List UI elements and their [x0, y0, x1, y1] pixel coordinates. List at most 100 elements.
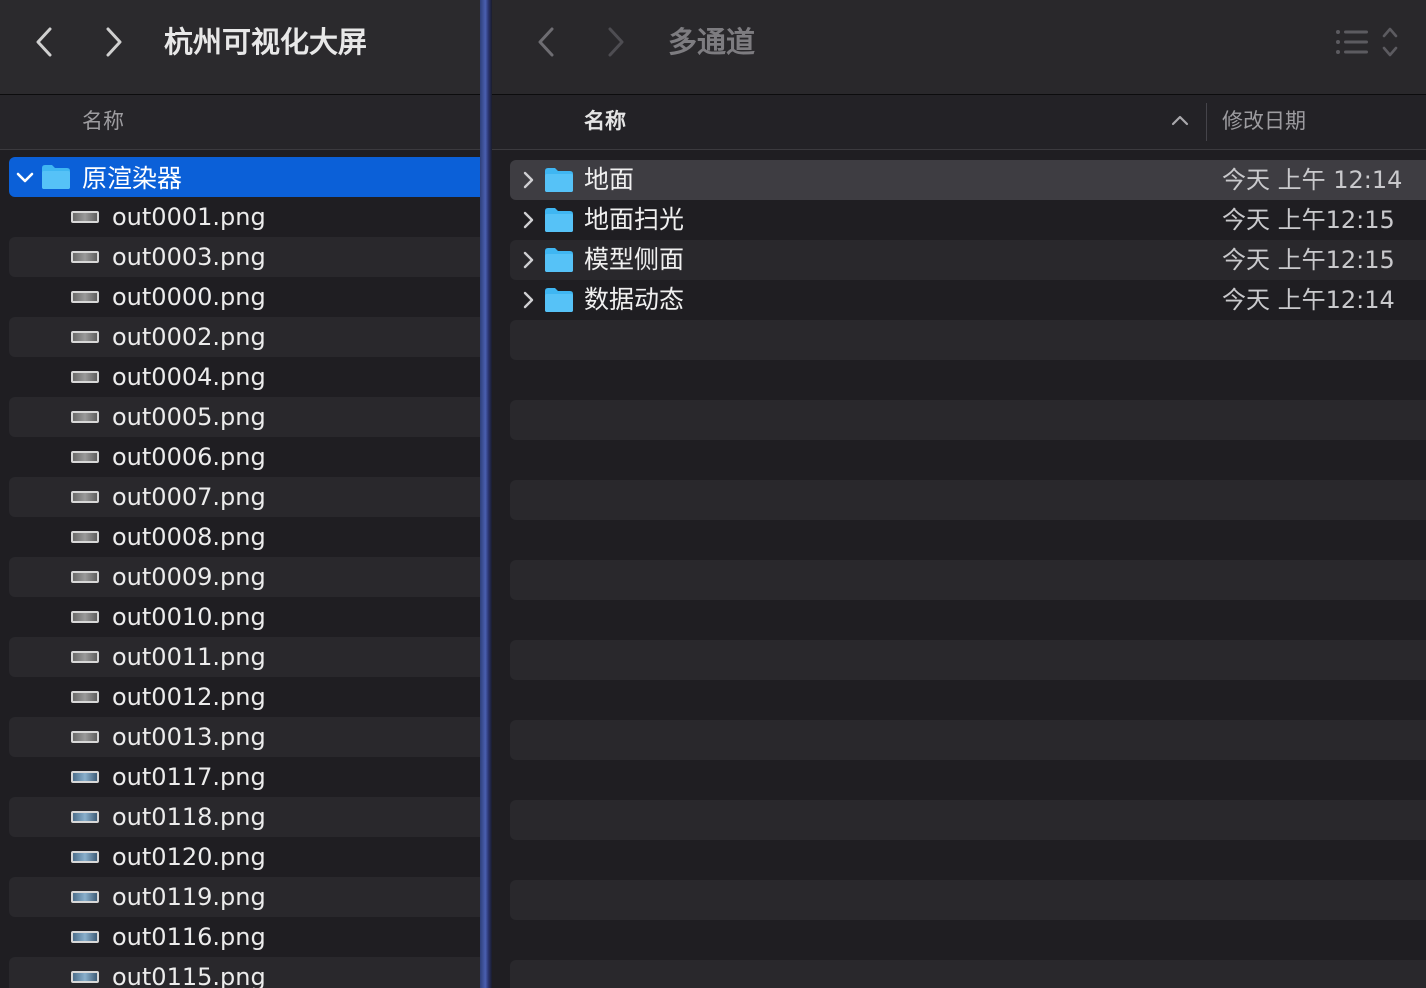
- png-file-icon: [71, 691, 99, 703]
- file-row[interactable]: out0119.png: [9, 877, 482, 917]
- empty-row-stripe: [510, 640, 1426, 680]
- file-name: out0008.png: [112, 523, 266, 551]
- file-row[interactable]: out0116.png: [9, 917, 482, 957]
- folder-row-selected[interactable]: 原渲染器: [9, 157, 482, 197]
- window-title: 多通道: [668, 25, 756, 59]
- png-file-icon: [71, 251, 99, 263]
- png-file-icon: [71, 931, 99, 943]
- empty-row-stripe: [510, 800, 1426, 840]
- file-row[interactable]: out0011.png: [9, 637, 482, 677]
- chevron-down-icon[interactable]: [15, 167, 35, 187]
- file-name: out0115.png: [112, 963, 266, 988]
- window-title: 杭州可视化大屏: [164, 25, 368, 59]
- modified-date: 今天 上午12:15: [1222, 246, 1395, 274]
- folder-row[interactable]: 地面 今天 上午 12:14: [510, 160, 1426, 200]
- file-name: out0009.png: [112, 563, 266, 591]
- file-row[interactable]: out0006.png: [9, 437, 482, 477]
- file-name: out0003.png: [112, 243, 266, 271]
- forward-button[interactable]: [94, 22, 134, 62]
- chevron-right-icon[interactable]: [518, 170, 538, 190]
- file-name: out0001.png: [112, 203, 266, 231]
- file-row[interactable]: out0004.png: [9, 357, 482, 397]
- png-file-icon: [71, 811, 99, 823]
- png-file-icon: [71, 211, 99, 223]
- file-name: out0119.png: [112, 883, 266, 911]
- modified-date: 今天 上午12:14: [1222, 286, 1395, 314]
- folder-name: 地面扫光: [584, 205, 685, 234]
- empty-row-stripe: [510, 320, 1426, 360]
- file-row[interactable]: out0117.png: [9, 757, 482, 797]
- folder-icon: [545, 248, 573, 272]
- chevron-right-icon[interactable]: [518, 210, 538, 230]
- png-file-icon: [71, 411, 99, 423]
- file-row[interactable]: out0002.png: [9, 317, 482, 357]
- toolbar-left: 杭州可视化大屏: [0, 0, 482, 95]
- modified-date: 今天 上午12:15: [1222, 206, 1395, 234]
- empty-row-stripe: [510, 400, 1426, 440]
- png-file-icon: [71, 651, 99, 663]
- folder-row[interactable]: 模型侧面 今天 上午12:15: [510, 240, 1426, 280]
- png-file-icon: [71, 771, 99, 783]
- file-name: out0116.png: [112, 923, 266, 951]
- column-name-header[interactable]: 名称: [82, 95, 124, 148]
- folder-row[interactable]: 数据动态 今天 上午12:14: [510, 280, 1426, 320]
- column-name-header[interactable]: 名称: [584, 95, 626, 148]
- file-name: out0002.png: [112, 323, 266, 351]
- folder-name: 原渲染器: [82, 164, 183, 193]
- empty-row-stripe: [510, 480, 1426, 520]
- file-row[interactable]: out0115.png: [9, 957, 482, 988]
- chevron-right-icon[interactable]: [518, 250, 538, 270]
- file-row[interactable]: out0009.png: [9, 557, 482, 597]
- folder-name: 数据动态: [584, 285, 685, 314]
- file-row[interactable]: out0005.png: [9, 397, 482, 437]
- view-options-button[interactable]: [1334, 24, 1406, 60]
- list-view-icon: [1336, 27, 1398, 57]
- file-row[interactable]: out0120.png: [9, 837, 482, 877]
- window-divider: [480, 0, 492, 988]
- folder-row[interactable]: 地面扫光 今天 上午12:15: [510, 200, 1426, 240]
- toolbar-right: 多通道: [492, 0, 1426, 95]
- chevron-right-icon: [106, 27, 122, 57]
- file-row[interactable]: out0001.png: [9, 197, 482, 237]
- file-row[interactable]: out0003.png: [9, 237, 482, 277]
- finder-window-left: 杭州可视化大屏 名称 原渲染器 out0001.png out0003.png ou…: [0, 0, 482, 988]
- file-row[interactable]: out0010.png: [9, 597, 482, 637]
- column-separator[interactable]: [1206, 103, 1207, 141]
- png-file-icon: [71, 891, 99, 903]
- empty-row-stripe: [510, 560, 1426, 600]
- back-button[interactable]: [24, 22, 64, 62]
- file-row[interactable]: out0000.png: [9, 277, 482, 317]
- chevron-up-icon[interactable]: [1170, 113, 1190, 127]
- png-file-icon: [71, 491, 99, 503]
- png-file-icon: [71, 731, 99, 743]
- empty-row-stripe: [510, 720, 1426, 760]
- file-name: out0013.png: [112, 723, 266, 751]
- empty-row-stripe: [510, 960, 1426, 988]
- column-date-header[interactable]: 修改日期: [1222, 95, 1306, 148]
- file-name: out0010.png: [112, 603, 266, 631]
- finder-window-right: 多通道 名称 修改日期 地面 今天 上午 12:14 地面扫光 今天 上午12:15 模…: [492, 0, 1426, 988]
- chevron-right-icon[interactable]: [518, 290, 538, 310]
- png-file-icon: [71, 291, 99, 303]
- file-name: out0012.png: [112, 683, 266, 711]
- file-name: out0011.png: [112, 643, 266, 671]
- file-row[interactable]: out0008.png: [9, 517, 482, 557]
- folder-icon: [545, 168, 573, 192]
- file-row[interactable]: out0007.png: [9, 477, 482, 517]
- file-name: out0007.png: [112, 483, 266, 511]
- empty-row-stripe: [510, 880, 1426, 920]
- back-button-disabled[interactable]: [526, 22, 566, 62]
- png-file-icon: [71, 531, 99, 543]
- folder-icon: [545, 288, 573, 312]
- file-name: out0118.png: [112, 803, 266, 831]
- png-file-icon: [71, 571, 99, 583]
- column-header: 名称: [0, 95, 482, 150]
- modified-date: 今天 上午 12:14: [1222, 166, 1403, 194]
- chevron-right-icon: [608, 27, 624, 57]
- file-row[interactable]: out0012.png: [9, 677, 482, 717]
- file-row[interactable]: out0013.png: [9, 717, 482, 757]
- forward-button-disabled[interactable]: [596, 22, 636, 62]
- file-row[interactable]: out0118.png: [9, 797, 482, 837]
- png-file-icon: [71, 331, 99, 343]
- chevron-left-icon: [538, 27, 554, 57]
